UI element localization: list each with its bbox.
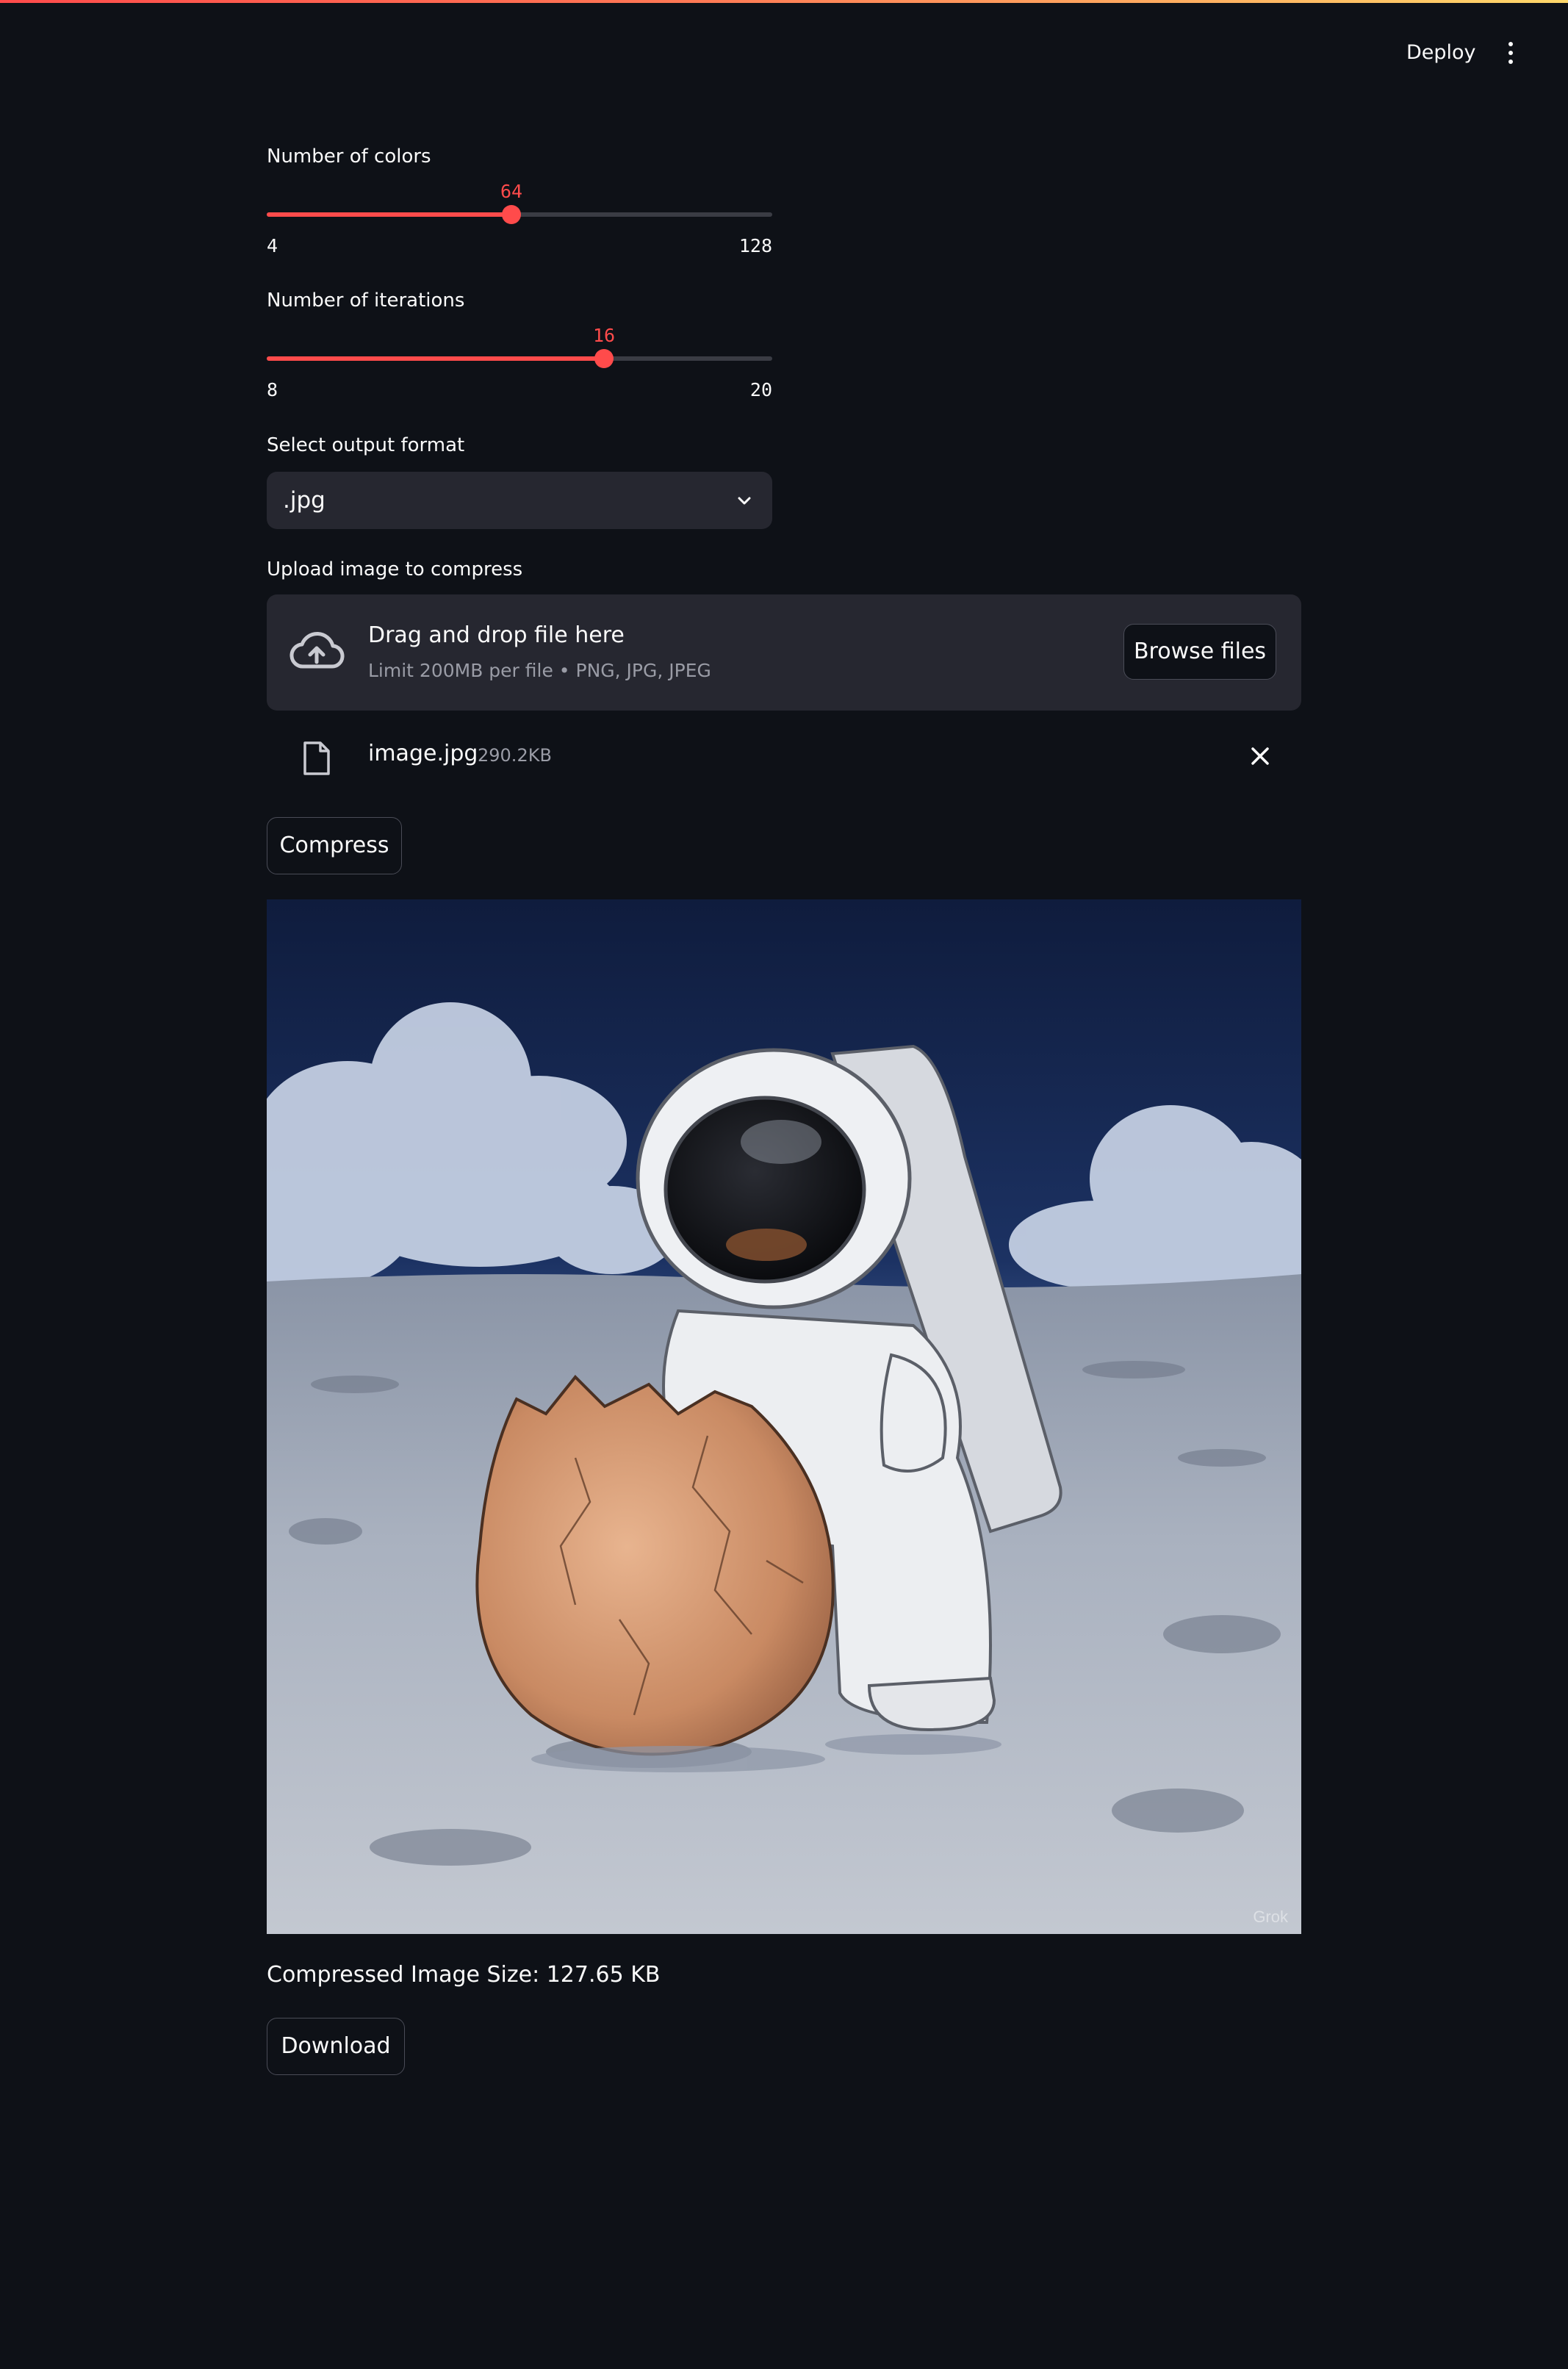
slider-thumb[interactable] (502, 205, 521, 224)
slider-value: 16 (592, 325, 616, 346)
slider-max-label: 128 (738, 235, 772, 256)
file-icon (303, 741, 330, 775)
format-select-label: Select output format (267, 434, 465, 456)
slider-fill (267, 212, 511, 217)
file-size: 290.2KB (478, 745, 552, 766)
slider-value: 64 (500, 181, 523, 202)
slider-fill (267, 356, 604, 361)
slider-max-label: 20 (749, 379, 772, 400)
compress-button[interactable]: Compress (267, 817, 402, 874)
compressed-image: Grok (267, 899, 1301, 1934)
dropzone-title: Drag and drop file here (368, 622, 625, 648)
dropzone-subtitle: Limit 200MB per file • PNG, JPG, JPEG (368, 660, 711, 681)
file-dropzone[interactable]: Drag and drop file here Limit 200MB per … (267, 594, 1301, 711)
uploader-label: Upload image to compress (267, 558, 523, 580)
chevron-down-icon (738, 497, 751, 505)
main-menu-icon[interactable] (1496, 38, 1525, 68)
colors-slider[interactable]: 64 4 128 (267, 175, 772, 256)
browse-files-button[interactable]: Browse files (1123, 624, 1276, 680)
close-icon[interactable] (1249, 745, 1271, 767)
slider-min-label: 4 (267, 235, 278, 256)
iterations-slider-label: Number of iterations (267, 290, 465, 312)
colors-slider-label: Number of colors (267, 145, 431, 168)
image-watermark: Grok (1253, 1908, 1289, 1926)
slider-min-label: 8 (267, 379, 278, 400)
cloud-upload-icon (289, 631, 345, 669)
download-button[interactable]: Download (267, 2018, 405, 2075)
output-format-select[interactable]: .jpg (267, 472, 772, 529)
select-value: .jpg (283, 487, 326, 514)
uploaded-file-row: image.jpg 290.2KB (267, 727, 1301, 786)
file-name: image.jpg (368, 741, 478, 766)
slider-thumb[interactable] (594, 349, 614, 368)
compressed-size-text: Compressed Image Size: 127.65 KB (267, 1962, 661, 1988)
top-decoration-bar (0, 0, 1568, 3)
deploy-button[interactable]: Deploy (1399, 37, 1484, 69)
iterations-slider[interactable]: 16 8 20 (267, 319, 772, 400)
